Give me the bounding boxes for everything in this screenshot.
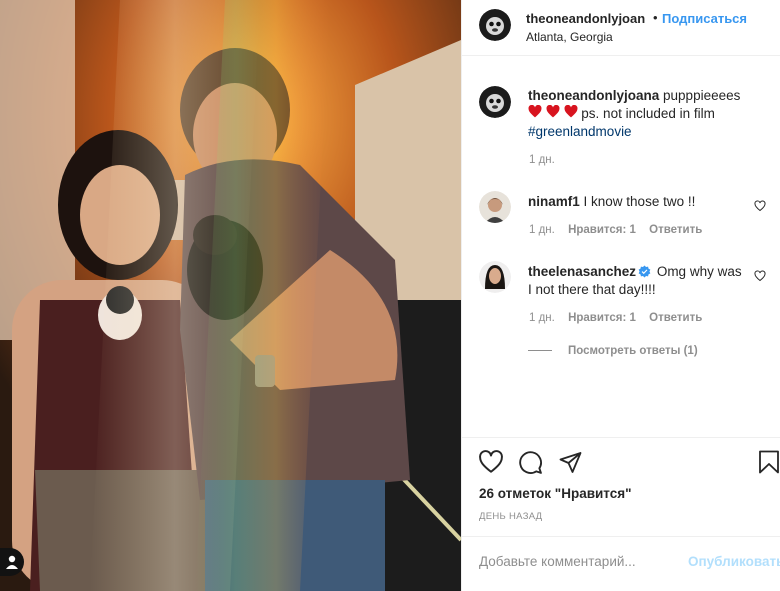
author-username-link[interactable]: theoneandonlyjoan [526,11,645,26]
avatar-image [479,86,511,118]
likes-count[interactable]: 26 отметок "Нравится" [479,486,632,501]
caption-time[interactable]: 1 дн. [529,154,555,166]
post-side-panel: theoneandonlyjoan • Подписаться Atlanta,… [461,0,780,591]
view-replies-button[interactable]: Посмотреть ответы (1) [528,345,698,357]
user-tag-icon [6,555,18,569]
comment-text: theelenasanchez Omg why was I not there … [528,263,748,299]
reply-button[interactable]: Ответить [649,312,702,324]
comment-composer: Добавьте комментарий... Опубликовать [462,536,780,591]
hashtag-link[interactable]: #greenlandmovie [528,124,632,139]
comment-icon[interactable] [518,450,543,475]
comment-input[interactable]: Добавьте комментарий... [479,554,636,569]
caption-username-link[interactable]: theoneandonlyjoana [528,88,659,103]
author-avatar[interactable] [479,9,511,41]
avatar-image [479,9,511,41]
location-link[interactable]: Atlanta, Georgia [526,30,613,44]
view-replies-label: Посмотреть ответы (1) [568,345,698,357]
caption-text: theoneandonlyjoana pupppieeees ps. not i… [528,87,748,141]
post-date[interactable]: ДЕНЬ НАЗАД [479,511,542,522]
photo-image [0,0,461,591]
follow-button[interactable]: Подписаться [662,11,747,26]
red-heart-icon [546,104,560,118]
share-icon[interactable] [558,450,583,474]
comment-like-heart-icon[interactable] [754,200,766,212]
red-heart-icon [528,104,542,118]
header-separator: • [653,10,658,25]
comment-text: ninamf1 I know those two !! [528,193,748,211]
comment-time[interactable]: 1 дн. [529,312,555,324]
commenter-avatar[interactable] [479,191,511,223]
avatar-image [479,261,511,293]
comment-body: I know those two !! [583,194,696,209]
commenter-avatar[interactable] [479,261,511,293]
bookmark-icon[interactable] [758,450,780,474]
like-heart-icon[interactable] [478,450,504,474]
post-photo[interactable] [0,0,461,591]
heart-emojis [528,104,581,121]
comment-time[interactable]: 1 дн. [529,224,555,236]
red-heart-icon [564,104,578,118]
caption-line2: ps. not included in film [581,106,715,121]
comment-meta: 1 дн. Нравится: 1 Ответить [529,224,712,236]
commenter-username-link[interactable]: ninamf1 [528,194,580,209]
comments-list[interactable]: theoneandonlyjoana pupppieeees ps. not i… [462,57,780,437]
comment-likes-count[interactable]: Нравится: 1 [568,224,636,236]
comment-likes-count[interactable]: Нравится: 1 [568,312,636,324]
caption-meta: 1 дн. [529,154,565,166]
caption-avatar[interactable] [479,86,511,118]
replies-divider [528,350,552,352]
comment-meta: 1 дн. Нравится: 1 Ответить [529,312,712,324]
commenter-username-link[interactable]: theelenasanchez [528,264,636,279]
reply-button[interactable]: Ответить [649,224,702,236]
verified-icon [638,265,651,278]
post-actions: 26 отметок "Нравится" ДЕНЬ НАЗАД [462,437,780,545]
publish-button[interactable]: Опубликовать [688,554,780,569]
avatar-image [479,191,511,223]
comment-like-heart-icon[interactable] [754,270,766,282]
caption-line1: pupppieeees [663,88,741,103]
post-header: theoneandonlyjoan • Подписаться Atlanta,… [462,0,780,56]
